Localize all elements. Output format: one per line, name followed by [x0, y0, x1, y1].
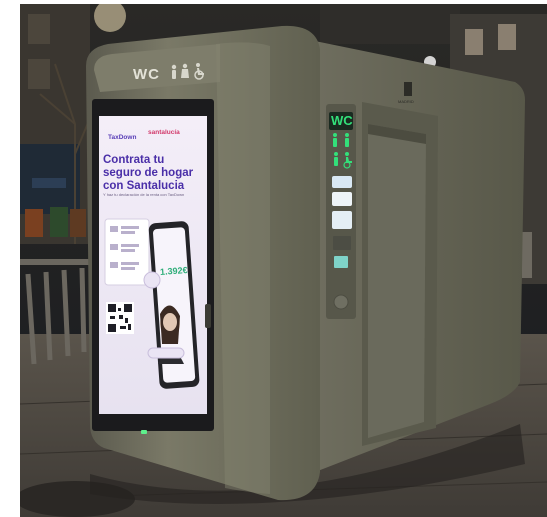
city-logo-text: MADRID: [398, 99, 414, 104]
ad-phone-amount: 1.392€: [159, 265, 188, 277]
night-street-background: [20, 4, 547, 517]
photo-scene: WC MADRID WC TaxDown santalucía Contrata…: [20, 4, 547, 517]
wc-sign-label: WC: [133, 66, 160, 83]
woman-icon: [180, 62, 190, 80]
ad-headline: Contrata tu seguro de hogar con Santaluc…: [103, 154, 194, 192]
status-wc-label: WC: [331, 113, 353, 128]
man-icon: [171, 62, 178, 80]
ad-brand: TaxDown: [108, 134, 137, 141]
ad-partner: santalucía: [148, 129, 180, 136]
ad-subline: Y haz tu declaración de la renta con Tax…: [103, 192, 185, 197]
wheelchair-icon: [193, 62, 205, 80]
